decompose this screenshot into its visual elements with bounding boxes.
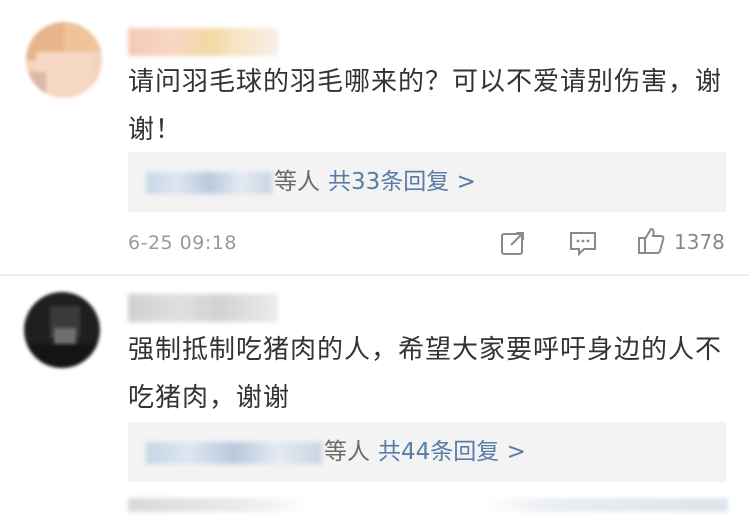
comment-item-2: 强制抵制吃猪肉的人，希望大家要呼吁身边的人不吃猪肉，谢谢 等人 共44条回复 > — [0, 276, 750, 516]
username-obscured[interactable] — [128, 28, 278, 56]
reply-summary-box[interactable]: 等人 共33条回复 > — [128, 152, 726, 212]
share-icon[interactable] — [498, 228, 528, 258]
avatar[interactable] — [26, 22, 102, 98]
replier-names-obscured — [146, 172, 272, 194]
reply-summary[interactable]: 等人 共33条回复 > — [274, 152, 476, 212]
comment-text: 强制抵制吃猪肉的人，希望大家要呼吁身边的人不吃猪肉，谢谢 — [128, 335, 723, 413]
comment-timestamp: 6-25 09:18 — [128, 232, 237, 254]
comment-text: 请问羽毛球的羽毛哪来的？可以不爱请别伤害，谢谢！ — [128, 67, 723, 145]
comment-item-1: 请问羽毛球的羽毛哪来的？可以不爱请别伤害，谢谢！ 等人 共33条回复 > 6-25… — [0, 0, 750, 274]
cut-off-comment-footer — [128, 498, 728, 512]
reply-summary[interactable]: 等人 共44条回复 > — [324, 422, 526, 482]
reply-count-link[interactable]: 共44条回复 > — [378, 439, 526, 465]
reply-count-link[interactable]: 共33条回复 > — [328, 169, 476, 195]
replier-names-obscured — [146, 442, 322, 464]
thumbs-up-icon[interactable] — [636, 226, 666, 256]
username-obscured[interactable] — [128, 294, 278, 322]
avatar[interactable] — [24, 292, 100, 368]
like-count: 1378 — [674, 230, 725, 254]
reply-suffix: 等人 — [274, 169, 320, 195]
comment-icon[interactable] — [568, 228, 598, 258]
reply-suffix: 等人 — [324, 439, 370, 465]
reply-summary-box[interactable]: 等人 共44条回复 > — [128, 422, 726, 482]
